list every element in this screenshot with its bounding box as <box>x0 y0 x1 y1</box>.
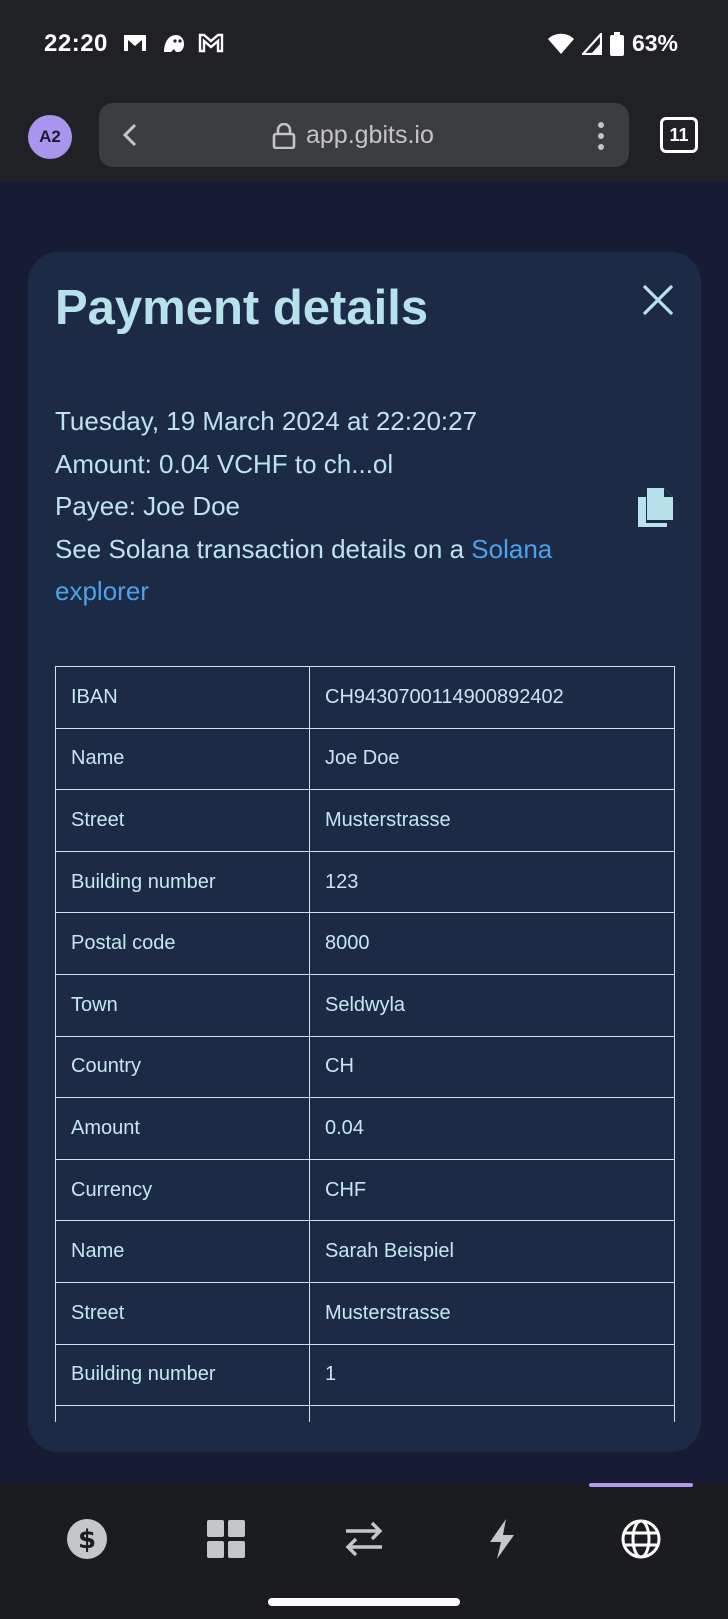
nav-wallet[interactable]: $ <box>59 1511 115 1567</box>
battery-icon <box>609 31 624 56</box>
svg-text:$: $ <box>78 1525 96 1555</box>
grid-icon <box>207 1520 245 1558</box>
table-row: Postal code 8000 <box>55 912 675 975</box>
gmail-icon <box>198 33 224 53</box>
profile-avatar[interactable]: A2 <box>28 115 72 159</box>
nav-apps[interactable] <box>198 1511 254 1567</box>
active-tab-indicator <box>589 1483 693 1487</box>
payment-details-dialog: Payment details Tuesday, 19 March 2024 a… <box>28 252 701 1452</box>
gmail-icon <box>124 35 146 51</box>
close-icon[interactable] <box>638 280 678 320</box>
more-vert-icon[interactable] <box>597 121 605 151</box>
row-value: 1 <box>309 1343 675 1407</box>
row-label: Town <box>55 973 310 1037</box>
payment-summary: Tuesday, 19 March 2024 at 22:20:27 Amoun… <box>55 400 615 613</box>
row-label: Street <box>55 1281 310 1345</box>
table-row: Currency CHF <box>55 1158 675 1222</box>
ghost-app-icon <box>164 35 184 52</box>
row-value: Seldwyla <box>309 973 675 1037</box>
table-row: Street Musterstrasse <box>55 1281 675 1345</box>
row-value: 8000 <box>309 912 675 975</box>
row-label <box>55 1405 310 1422</box>
payment-amount: Amount: 0.04 VCHF to ch...ol <box>55 448 394 479</box>
payment-date: Tuesday, 19 March 2024 at 22:20:27 <box>55 406 478 436</box>
system-status: 63% <box>547 30 678 57</box>
notification-icons <box>122 32 224 54</box>
row-label: Name <box>55 1220 310 1283</box>
row-label: Amount <box>55 1097 310 1160</box>
row-label: Currency <box>55 1158 310 1222</box>
table-row: Town Seldwyla <box>55 973 675 1037</box>
row-label: Country <box>55 1035 310 1099</box>
nav-transfer[interactable] <box>336 1511 392 1567</box>
dialog-title: Payment details <box>55 281 429 335</box>
gesture-handle[interactable] <box>268 1598 460 1606</box>
row-value: CHF <box>309 1158 675 1222</box>
table-row: Name Joe Doe <box>55 727 675 791</box>
nav-lightning[interactable] <box>474 1511 530 1567</box>
dollar-icon: $ <box>67 1519 107 1559</box>
row-value: Musterstrasse <box>309 1281 675 1345</box>
url-text[interactable]: app.gbits.io <box>306 121 434 150</box>
table-row: IBAN CH9430700114900892402 <box>55 666 675 729</box>
table-row <box>55 1405 675 1422</box>
battery-percentage: 63% <box>631 30 678 56</box>
cellular-signal-icon <box>581 32 602 55</box>
row-value: Joe Doe <box>309 727 675 791</box>
row-label: Building number <box>55 1343 310 1407</box>
table-row: Country CH <box>55 1035 675 1099</box>
payment-payee: Payee: Joe Doe <box>55 491 241 521</box>
globe-icon <box>621 1519 661 1559</box>
row-value <box>309 1405 675 1422</box>
table-row: Name Sarah Beispiel <box>55 1220 675 1283</box>
wifi-icon <box>547 33 574 54</box>
explorer-prefix: See Solana transaction details on a <box>55 533 472 564</box>
payment-details-table: IBAN CH9430700114900892402 Name Joe Doe Stre… <box>55 666 676 1422</box>
table-row: Amount 0.04 <box>55 1097 675 1160</box>
tab-switcher-button[interactable]: 11 <box>660 117 698 153</box>
row-label: Postal code <box>55 912 310 975</box>
table-row: Building number 123 <box>55 850 675 914</box>
row-value: Sarah Beispiel <box>309 1220 675 1283</box>
row-value: CH9430700114900892402 <box>309 666 675 729</box>
row-value: 0.04 <box>309 1097 675 1160</box>
row-value: Musterstrasse <box>309 789 675 852</box>
explorer-line: See Solana transaction details on a Sola… <box>55 528 615 613</box>
row-label: Building number <box>55 850 310 914</box>
row-value: CH <box>309 1035 675 1099</box>
address-bar[interactable]: app.gbits.io <box>99 103 629 167</box>
row-value: 123 <box>309 850 675 914</box>
row-label: Street <box>55 789 310 852</box>
copy-icon[interactable] <box>636 486 674 528</box>
browser-toolbar: A2 app.gbits.io 11 <box>0 88 728 182</box>
transfer-icon <box>345 1521 383 1557</box>
table-row: Building number 1 <box>55 1343 675 1407</box>
status-bar: 22:20 63% <box>0 0 728 88</box>
row-label: Name <box>55 727 310 791</box>
lock-icon <box>272 123 296 149</box>
table-row: Street Musterstrasse <box>55 789 675 852</box>
lightning-icon <box>490 1519 514 1559</box>
status-time: 22:20 <box>44 30 108 57</box>
back-arrow-icon[interactable] <box>117 121 145 149</box>
row-label: IBAN <box>55 666 310 729</box>
nav-web[interactable] <box>613 1511 669 1567</box>
